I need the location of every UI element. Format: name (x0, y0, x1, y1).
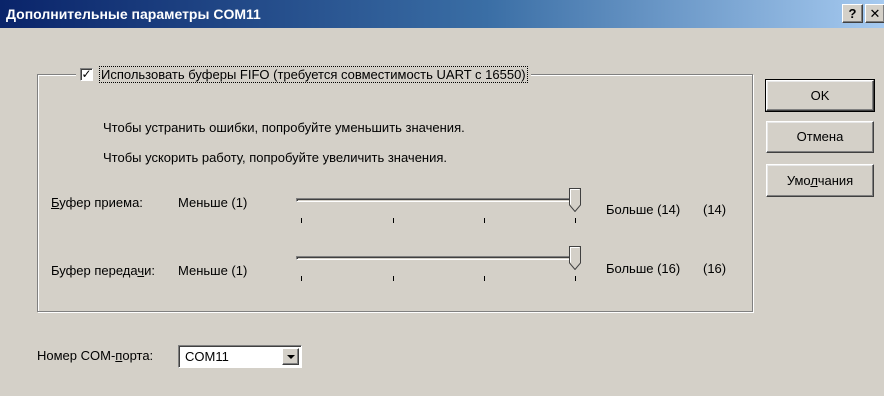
receive-max-label: Больше (14) (606, 202, 681, 217)
transmit-tick (393, 276, 394, 281)
receive-slider-thumb[interactable] (569, 188, 581, 212)
receive-tick (393, 218, 394, 223)
close-button[interactable]: ✕ (865, 4, 884, 23)
fifo-checkbox-row[interactable]: ✓ Использовать буферы FIFO (требуется со… (76, 64, 531, 84)
transmit-tick (301, 276, 302, 281)
receive-tick (484, 218, 485, 223)
transmit-buffer-label: Буфер передачи: (51, 263, 155, 278)
transmit-tick (484, 276, 485, 281)
title-bar: Дополнительные параметры COM11 ? ✕ (0, 0, 884, 28)
fifo-checkbox-label[interactable]: Использовать буферы FIFO (требуется совм… (99, 65, 528, 83)
help-button[interactable]: ? (842, 4, 863, 23)
defaults-button[interactable]: Умолчания (766, 164, 874, 197)
ok-button[interactable]: OK (765, 79, 875, 112)
close-icon: ✕ (869, 6, 881, 21)
transmit-max-label: Больше (16) (606, 261, 681, 276)
transmit-value: (16) (703, 261, 727, 276)
cancel-button[interactable]: Отмена (766, 121, 874, 153)
receive-slider[interactable] (290, 188, 590, 228)
fifo-checkbox[interactable]: ✓ (80, 66, 93, 81)
receive-min-label: Меньше (1) (178, 195, 248, 210)
checkmark-icon: ✓ (81, 66, 92, 81)
transmit-tick (575, 276, 576, 281)
window-title: Дополнительные параметры COM11 (6, 6, 261, 22)
receive-value: (14) (703, 202, 727, 217)
chevron-down-icon[interactable] (282, 348, 299, 365)
transmit-slider-track (296, 256, 578, 260)
hint-fix-errors: Чтобы устранить ошибки, попробуйте умень… (103, 120, 465, 135)
com-port-select[interactable]: COM11 (178, 345, 302, 368)
transmit-slider[interactable] (290, 246, 590, 286)
receive-tick (575, 218, 576, 223)
transmit-slider-thumb[interactable] (569, 246, 581, 270)
receive-tick (301, 218, 302, 223)
transmit-min-label: Меньше (1) (178, 263, 248, 278)
receive-slider-track (296, 198, 578, 202)
com-port-label: Номер COM-порта: (37, 348, 154, 363)
hint-speed-up: Чтобы ускорить работу, попробуйте увелич… (103, 150, 448, 165)
receive-buffer-label: Буфер приема: (51, 195, 143, 210)
com-port-value: COM11 (185, 349, 229, 364)
help-icon: ? (848, 6, 857, 21)
